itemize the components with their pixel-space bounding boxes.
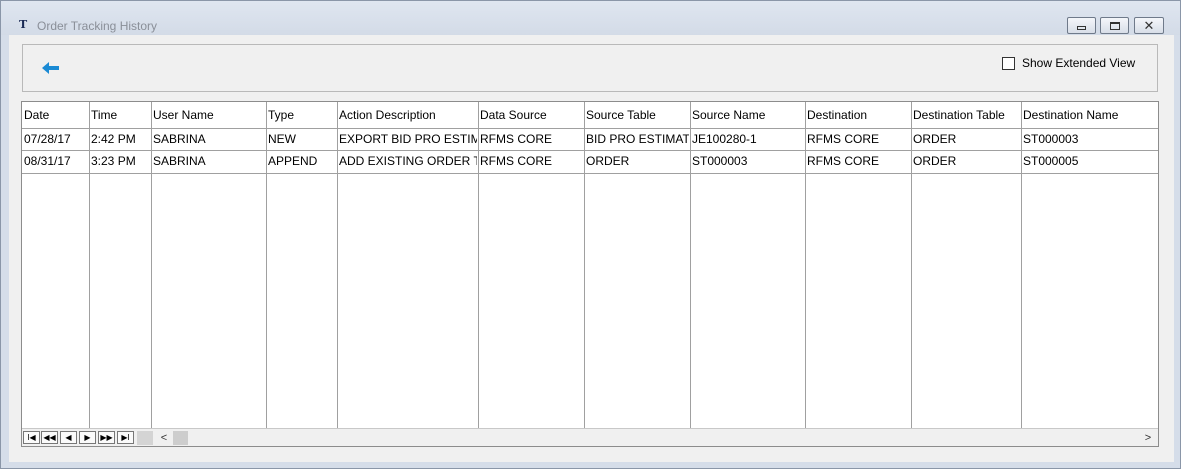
column-header-action-description[interactable]: Action Description [337,102,477,128]
cell-source-table[interactable]: ORDER [584,151,689,173]
next-record-icon[interactable]: ▶ [79,431,96,444]
column-header-destination-name[interactable]: Destination Name [1021,102,1158,128]
close-button[interactable]: ✕ [1134,17,1164,34]
column-header-data-source[interactable]: Data Source [478,102,583,128]
horizontal-scroll-thumb[interactable] [173,431,188,445]
order-history-table[interactable]: Date Time User Name Type Action Description D… [21,101,1159,447]
title-bar[interactable]: T Order Tracking History ✕ [1,1,1180,35]
cell-user-name[interactable]: SABRINA [151,151,265,173]
cell-type[interactable]: NEW [266,129,336,150]
back-arrow-icon [42,62,59,74]
next-page-icon[interactable]: ▶▶ [98,431,115,444]
column-header-time[interactable]: Time [89,102,150,128]
column-header-type[interactable]: Type [266,102,336,128]
cell-source-name[interactable]: ST000003 [690,151,804,173]
show-extended-view-toggle[interactable]: Show Extended View [1002,56,1135,70]
column-header-destination-table[interactable]: Destination Table [911,102,1020,128]
show-extended-view-label: Show Extended View [1022,56,1136,70]
order-tracking-window: T Order Tracking History ✕ Show Extended… [0,0,1181,469]
first-record-icon[interactable]: I◀ [23,431,40,444]
prev-record-icon[interactable]: ◀ [60,431,77,444]
cell-date[interactable]: 08/31/17 [22,151,88,173]
minimize-button[interactable] [1067,17,1096,34]
scroll-right-arrow-icon[interactable]: > [1141,431,1155,445]
maximize-button[interactable] [1100,17,1129,34]
column-header-source-table[interactable]: Source Table [584,102,689,128]
cell-data-source[interactable]: RFMS CORE [478,151,583,173]
table-row[interactable]: 07/28/17 2:42 PM SABRINA NEW EXPORT BID PRO … [22,128,1158,151]
cell-type[interactable]: APPEND [266,151,336,173]
minimize-icon [1077,26,1086,30]
record-navigator: I◀ ◀◀ ◀ ▶ ▶▶ ▶I < > [22,428,1158,446]
cell-user-name[interactable]: SABRINA [151,129,265,150]
app-icon: T [19,18,28,31]
scroll-left-arrow-icon[interactable]: < [157,431,171,445]
cell-date[interactable]: 07/28/17 [22,129,88,150]
cell-destination[interactable]: RFMS CORE [805,129,910,150]
cell-action-description[interactable]: ADD EXISTING ORDER TO [337,151,477,173]
cell-source-name[interactable]: JE100280-1 [690,129,804,150]
cell-action-description[interactable]: EXPORT BID PRO ESTIMATE [337,129,477,150]
cell-data-source[interactable]: RFMS CORE [478,129,583,150]
column-header-user-name[interactable]: User Name [151,102,265,128]
last-record-icon[interactable]: ▶I [117,431,134,444]
cell-destination-table[interactable]: ORDER [911,129,1020,150]
column-header-date[interactable]: Date [22,102,88,128]
cell-destination-name[interactable]: ST000005 [1021,151,1158,173]
back-button[interactable] [40,59,62,77]
client-area: Show Extended View Date Time User Name Type… [9,35,1174,462]
table-header-row: Date Time User Name Type Action Description D… [22,102,1158,128]
prev-page-icon[interactable]: ◀◀ [41,431,58,444]
show-extended-view-checkbox[interactable] [1002,56,1015,70]
cell-source-table[interactable]: BID PRO ESTIMATE [584,129,689,150]
window-title: Order Tracking History [37,19,158,33]
toolbar-panel: Show Extended View [22,44,1158,92]
maximize-icon [1109,21,1120,30]
cell-destination[interactable]: RFMS CORE [805,151,910,173]
cell-time[interactable]: 3:23 PM [89,151,150,173]
close-icon: ✕ [1143,18,1155,33]
cell-destination-name[interactable]: ST000003 [1021,129,1158,150]
column-header-destination[interactable]: Destination [805,102,910,128]
navigator-grip[interactable] [137,431,153,445]
table-row[interactable]: 08/31/17 3:23 PM SABRINA APPEND ADD EXISTING… [22,151,1158,174]
cell-destination-table[interactable]: ORDER [911,151,1020,173]
cell-time[interactable]: 2:42 PM [89,129,150,150]
column-header-source-name[interactable]: Source Name [690,102,804,128]
